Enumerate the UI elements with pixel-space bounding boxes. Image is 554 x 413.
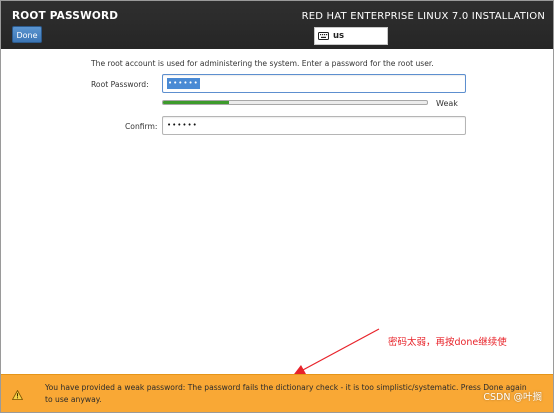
annotation-arrow [291,328,380,378]
warning-bar: You have provided a weak password: The p… [1,374,553,412]
warning-icon [12,390,23,400]
warning-message: You have provided a weak password: The p… [45,383,527,404]
installer-window: ROOT PASSWORD Done RED HAT ENTERPRISE LI… [0,0,554,413]
watermark: CSDN @叶搁 [483,392,542,403]
